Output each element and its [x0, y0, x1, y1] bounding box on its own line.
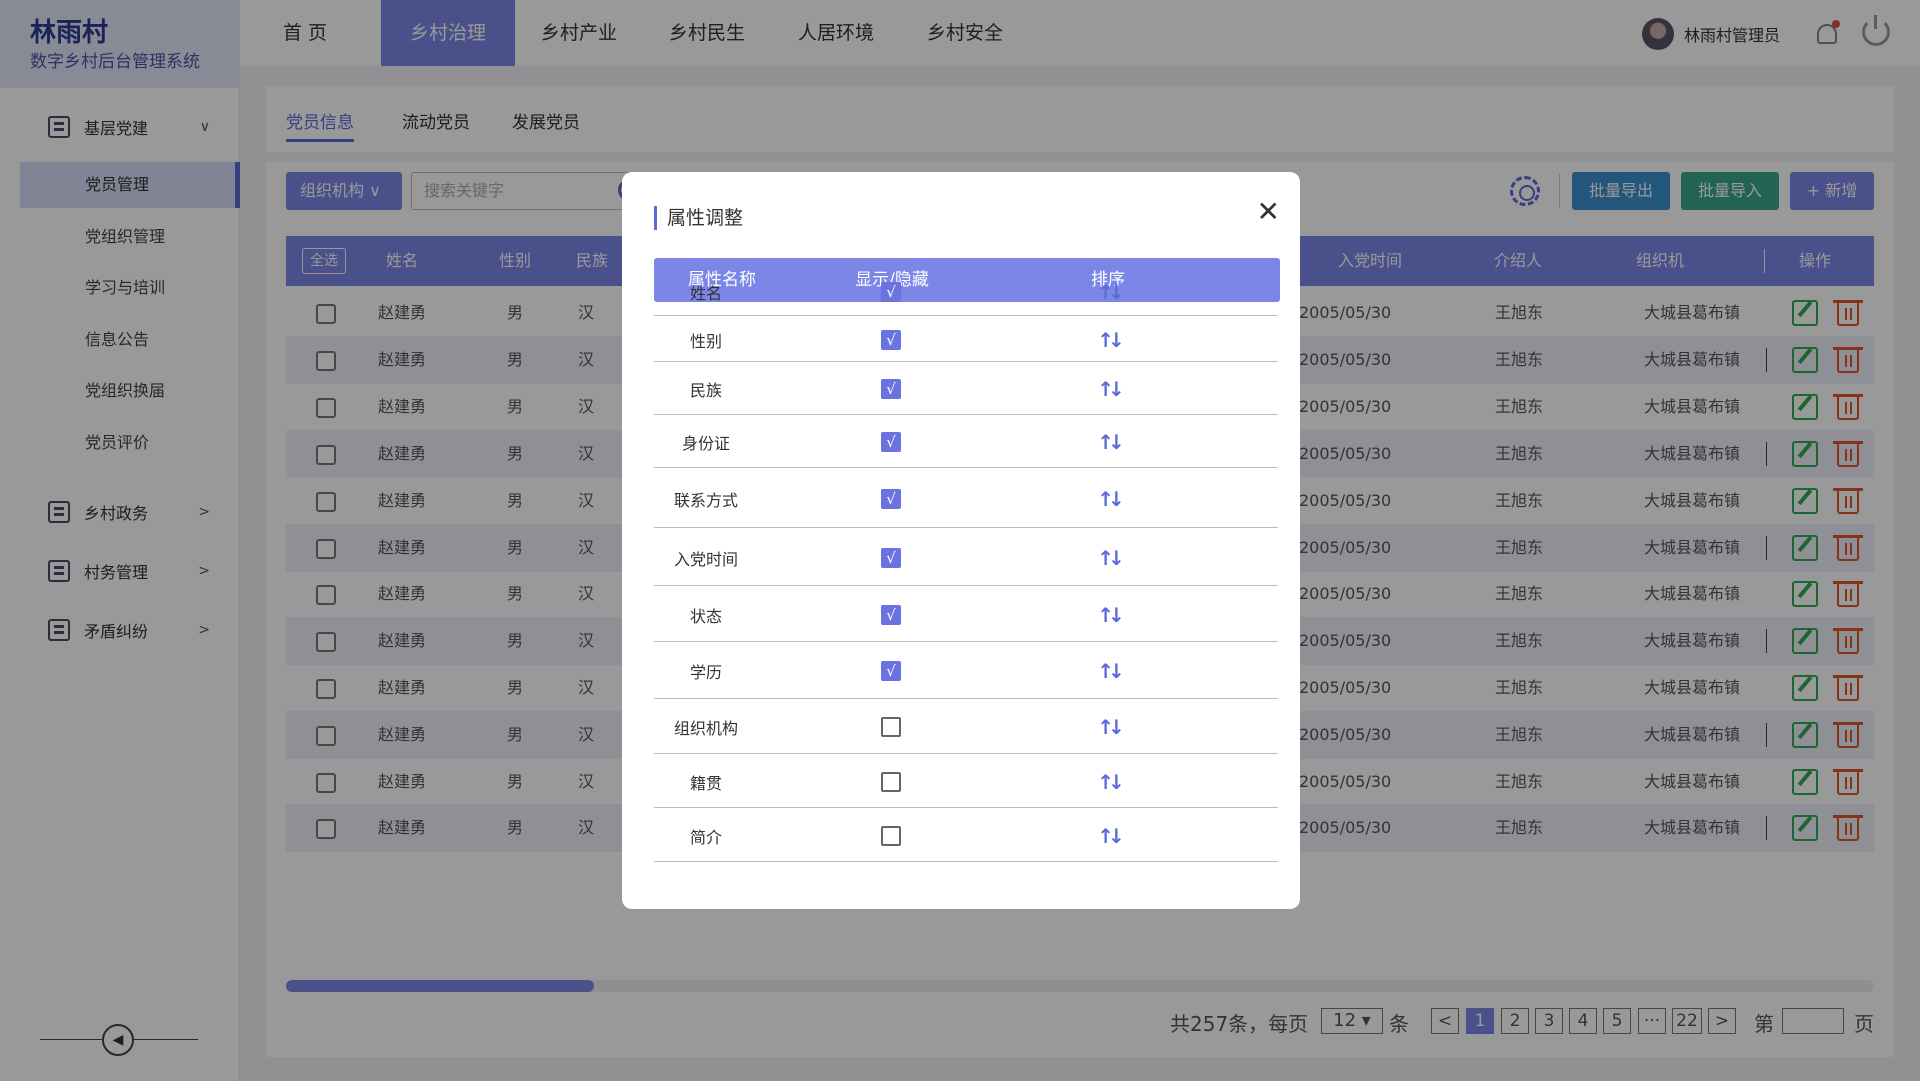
sort-arrows: ↑↓ — [1097, 659, 1124, 683]
sort-arrows: ↑↓ — [1097, 545, 1124, 570]
close-icon[interactable]: ✕ — [1257, 194, 1280, 230]
sort-icon[interactable]: ↑↓ — [1088, 701, 1128, 753]
sort-arrows: ↑↓ — [1097, 769, 1124, 794]
checkbox[interactable]: √ — [881, 379, 901, 399]
attribute-row: 性别 √ ↑↓ — [654, 318, 1278, 362]
sort-arrows: ↑↓ — [1097, 486, 1124, 511]
visibility-checkbox[interactable]: √ — [870, 417, 912, 467]
attribute-name: 组织机构 — [673, 719, 738, 738]
visibility-checkbox[interactable]: √ — [870, 268, 912, 315]
visibility-checkbox[interactable] — [870, 701, 912, 753]
attribute-row: 籍贯 ↑↓ — [654, 756, 1278, 808]
sort-arrows: ↑↓ — [1097, 715, 1124, 739]
sort-arrows: ↑↓ — [1097, 279, 1124, 304]
sort-arrows: ↑↓ — [1097, 823, 1124, 848]
attribute-name: 入党时间 — [673, 549, 738, 569]
attribute-row: 组织机构 ↑↓ — [654, 701, 1278, 754]
sort-icon[interactable]: ↑↓ — [1088, 417, 1128, 467]
sort-arrows: ↑↓ — [1097, 327, 1124, 352]
sort-icon[interactable]: ↑↓ — [1088, 364, 1128, 414]
attribute-name: 性别 — [689, 331, 722, 351]
sort-arrows: ↑↓ — [1097, 430, 1124, 454]
attribute-name: 民族 — [689, 381, 722, 400]
attribute-name: 状态 — [689, 606, 722, 626]
attribute-name: 学历 — [689, 663, 722, 682]
sort-icon[interactable]: ↑↓ — [1088, 644, 1128, 698]
visibility-checkbox[interactable]: √ — [870, 470, 912, 527]
visibility-checkbox[interactable]: √ — [870, 364, 912, 414]
checkbox[interactable]: √ — [881, 432, 901, 452]
sort-arrows: ↑↓ — [1097, 602, 1124, 627]
visibility-checkbox[interactable]: √ — [870, 318, 912, 361]
checkbox[interactable]: √ — [881, 547, 901, 568]
attribute-row: 入党时间 √ ↑↓ — [654, 530, 1278, 586]
sort-icon[interactable]: ↑↓ — [1088, 588, 1128, 641]
attribute-name: 姓名 — [689, 283, 722, 303]
sort-icon[interactable]: ↑↓ — [1088, 470, 1128, 527]
attribute-row: 简介 ↑↓ — [654, 810, 1278, 862]
visibility-checkbox[interactable]: √ — [870, 588, 912, 641]
checkbox[interactable]: √ — [881, 281, 901, 302]
visibility-checkbox[interactable] — [870, 756, 912, 807]
sort-arrows: ↑↓ — [1097, 377, 1124, 401]
checkbox[interactable]: √ — [881, 661, 901, 681]
checkbox[interactable] — [881, 771, 901, 792]
attribute-row: 学历 √ ↑↓ — [654, 644, 1278, 699]
visibility-checkbox[interactable]: √ — [870, 530, 912, 585]
checkbox[interactable]: √ — [881, 488, 901, 509]
attribute-row: 联系方式 √ ↑↓ — [654, 470, 1278, 528]
sort-icon[interactable]: ↑↓ — [1088, 756, 1128, 807]
checkbox[interactable]: √ — [881, 329, 901, 350]
attribute-name: 身份证 — [681, 434, 730, 453]
visibility-checkbox[interactable] — [870, 810, 912, 861]
attribute-row: 姓名 √ ↑↓ — [654, 268, 1278, 316]
checkbox[interactable] — [881, 825, 901, 846]
attribute-settings-modal: 属性调整 ✕ 属性名称 显示/隐藏 排序 姓名 √ ↑↓ 性别 √ ↑↓ 民族 √ ↑↓ 身份证 √… — [622, 172, 1300, 909]
checkbox[interactable]: √ — [881, 604, 901, 625]
attribute-row: 民族 √ ↑↓ — [654, 364, 1278, 415]
visibility-checkbox[interactable]: √ — [870, 644, 912, 698]
attribute-row: 状态 √ ↑↓ — [654, 588, 1278, 642]
sort-icon[interactable]: ↑↓ — [1088, 268, 1128, 315]
checkbox[interactable] — [881, 717, 901, 737]
attribute-name: 籍贯 — [689, 773, 722, 793]
sort-icon[interactable]: ↑↓ — [1088, 530, 1128, 585]
sort-icon[interactable]: ↑↓ — [1088, 318, 1128, 361]
attribute-name: 简介 — [689, 827, 722, 847]
attribute-name: 联系方式 — [673, 490, 738, 510]
sort-icon[interactable]: ↑↓ — [1088, 810, 1128, 861]
modal-title: 属性调整 — [654, 206, 743, 230]
attribute-row: 身份证 √ ↑↓ — [654, 417, 1278, 468]
